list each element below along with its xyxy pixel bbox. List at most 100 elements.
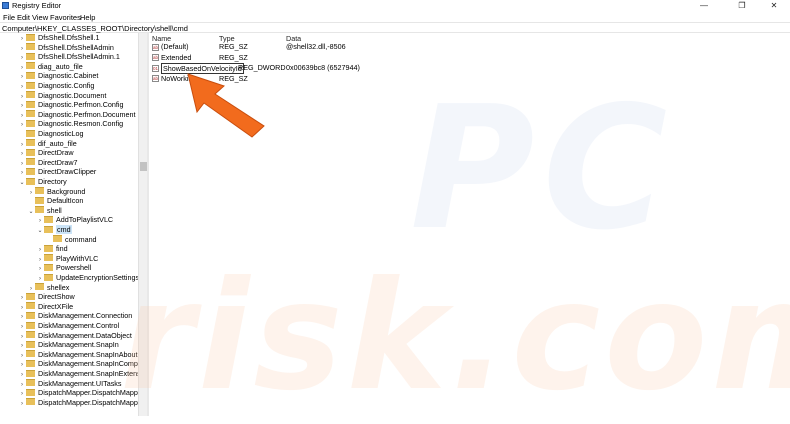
tree-item[interactable]: › DiskManagement.SnapInExtensic xyxy=(18,369,138,379)
tree-item-label[interactable]: UpdateEncryptionSettings xyxy=(56,273,138,282)
tree-item[interactable]: › Background xyxy=(27,187,85,197)
tree-item[interactable]: ⌄ shell xyxy=(27,206,62,218)
menu-help[interactable]: Help xyxy=(80,13,95,22)
tree-item[interactable]: › DiskManagement.SnapInAbout xyxy=(18,350,138,360)
menu-view[interactable]: View xyxy=(32,13,48,22)
tree-item[interactable]: › Diagnostic.Cabinet xyxy=(18,71,98,81)
maximize-button[interactable]: ❐ xyxy=(730,0,754,11)
tree-item-label[interactable]: Powershell xyxy=(56,263,91,272)
tree-item-label[interactable]: DirectDraw xyxy=(38,148,74,157)
tree-item[interactable]: DefaultIcon xyxy=(27,196,83,206)
folder-icon xyxy=(26,119,35,127)
tree-item[interactable]: › diag_auto_file xyxy=(18,62,83,72)
tree-item[interactable]: › dif_auto_file xyxy=(18,139,77,149)
minimize-button[interactable]: — xyxy=(692,0,716,11)
tree-item[interactable]: ⌄ cmd xyxy=(36,225,72,235)
tree-item[interactable]: › PlayWithVLC xyxy=(36,254,98,264)
value-name[interactable]: (Default) xyxy=(161,42,189,52)
tree-item[interactable]: › AddToPlaylistVLC xyxy=(36,215,113,225)
menu-edit[interactable]: Edit xyxy=(17,13,30,22)
menu-favorites[interactable]: Favorites xyxy=(50,13,81,22)
tree-item[interactable]: › DfsShell.DfsShell.1 xyxy=(18,33,100,43)
tree-item-label[interactable]: Diagnostic.Config xyxy=(38,81,94,90)
tree-item-label[interactable]: Background xyxy=(47,187,85,196)
tree-item-label[interactable]: shellex xyxy=(47,283,69,292)
tree-item[interactable]: › DispatchMapper.DispatchMapper xyxy=(18,388,138,398)
tree-item-label[interactable]: DirectDraw7 xyxy=(38,158,78,167)
tree-item-label[interactable]: DiskManagement.SnapInExtensic xyxy=(38,369,138,378)
tree-item[interactable]: › Diagnostic.Perfmon.Config xyxy=(18,100,124,110)
tree-item-label[interactable]: DirectDrawClipper xyxy=(38,167,96,176)
tree-item[interactable]: › DirectDraw xyxy=(18,148,74,158)
tree-item-label[interactable]: Diagnostic.Perfmon.Config xyxy=(38,100,124,109)
tree-item[interactable]: › Powershell xyxy=(36,263,91,273)
tree-item-label[interactable]: cmd xyxy=(56,225,72,234)
tree-item-label[interactable]: DiskManagement.DataObject xyxy=(38,331,132,340)
tree-item-label[interactable]: DispatchMapper.DispatchMapper xyxy=(38,388,138,397)
tree-item-label[interactable]: DiagnosticLog xyxy=(38,129,84,138)
tree-item-label[interactable]: DfsShell.DfsShellAdmin xyxy=(38,43,114,52)
tree-item-label[interactable]: AddToPlaylistVLC xyxy=(56,215,113,224)
tree-item[interactable]: › Diagnostic.Config xyxy=(18,81,94,91)
tree-item-label[interactable]: DirectXFile xyxy=(38,302,73,311)
tree-item-label[interactable]: DiskManagement.UITasks xyxy=(38,379,121,388)
tree-item-label[interactable]: DirectShow xyxy=(38,292,75,301)
tree-item-label[interactable]: DiskManagement.Control xyxy=(38,321,119,330)
tree-item[interactable]: › DirectShow xyxy=(18,292,75,302)
address-bar[interactable]: Computer\HKEY_CLASSES_ROOT\Directory\she… xyxy=(0,22,790,33)
menu-file[interactable]: File xyxy=(3,13,15,22)
tree-item[interactable]: › DfsShell.DfsShellAdmin xyxy=(18,43,114,53)
tree-item[interactable]: › DiskManagement.DataObject xyxy=(18,331,132,341)
tree-item-label[interactable]: PlayWithVLC xyxy=(56,254,98,263)
tree-item[interactable]: › DiskManagement.SnapIn xyxy=(18,340,119,350)
tree-item-label[interactable]: command xyxy=(65,235,97,244)
tree-item[interactable]: ⌄ Directory xyxy=(18,177,67,189)
tree-item-label[interactable]: shell xyxy=(47,206,62,215)
expand-chevron-icon[interactable]: › xyxy=(18,400,26,410)
tree-item[interactable]: › DiskManagement.UITasks xyxy=(18,379,121,389)
tree-item[interactable]: › find xyxy=(36,244,68,254)
tree-item[interactable]: › DfsShell.DfsShellAdmin.1 xyxy=(18,52,120,62)
tree-item-label[interactable]: Diagnostic.Cabinet xyxy=(38,71,98,80)
tree-item[interactable]: › Diagnostic.Resmon.Config xyxy=(18,119,123,129)
close-button[interactable]: ✕ xyxy=(762,0,786,11)
tree-item-label[interactable]: DiskManagement.SnapInAbout xyxy=(38,350,138,359)
collapse-chevron-icon[interactable]: ⌄ xyxy=(27,208,35,218)
folder-icon xyxy=(26,379,35,387)
tree-item[interactable]: › Diagnostic.Perfmon.Document xyxy=(18,110,135,120)
value-row[interactable]: ab (Default) REG_SZ @shell32.dll,-8506 xyxy=(149,42,790,52)
tree-item-label[interactable]: Diagnostic.Document xyxy=(38,91,106,100)
address-path[interactable]: Computer\HKEY_CLASSES_ROOT\Directory\she… xyxy=(2,24,188,33)
tree-item[interactable]: › DiskManagement.Connection xyxy=(18,311,132,321)
tree-item-label[interactable]: DiskManagement.SnapIn xyxy=(38,340,119,349)
tree-item[interactable]: › Diagnostic.Document xyxy=(18,91,106,101)
value-name[interactable]: Extended xyxy=(161,53,191,63)
tree-item[interactable]: › DirectDraw7 xyxy=(18,158,78,168)
tree-item-label[interactable]: DefaultIcon xyxy=(47,196,83,205)
collapse-chevron-icon[interactable]: ⌄ xyxy=(18,179,26,189)
tree-item-label[interactable]: Diagnostic.Perfmon.Document xyxy=(38,110,135,119)
tree-item[interactable]: › DiskManagement.Control xyxy=(18,321,119,331)
tree-item-label[interactable]: dif_auto_file xyxy=(38,139,77,148)
key-tree[interactable]: › DfsShell.DfsShell.1 › DfsShell.DfsShellAd… xyxy=(0,33,138,416)
tree-item[interactable]: DiagnosticLog xyxy=(18,129,84,139)
tree-item-label[interactable]: DispatchMapper.DispatchMappe xyxy=(38,398,138,407)
collapse-chevron-icon[interactable]: ⌄ xyxy=(36,227,44,237)
tree-item-label[interactable]: find xyxy=(56,244,68,253)
tree-item[interactable]: › UpdateEncryptionSettings xyxy=(36,273,138,283)
tree-item-label[interactable]: DiskManagement.SnapInCompon xyxy=(38,359,138,368)
tree-item-label[interactable]: DfsShell.DfsShellAdmin.1 xyxy=(38,52,120,61)
tree-item[interactable]: › DirectXFile xyxy=(18,302,73,312)
tree-item[interactable]: › DirectDrawClipper xyxy=(18,167,96,177)
tree-item-label[interactable]: Diagnostic.Resmon.Config xyxy=(38,119,123,128)
tree-item-label[interactable]: DfsShell.DfsShell.1 xyxy=(38,33,100,42)
tree-item-label[interactable]: DiskManagement.Connection xyxy=(38,311,132,320)
tree-item[interactable]: › DiskManagement.SnapInCompon xyxy=(18,359,138,369)
tree-item-label[interactable]: Directory xyxy=(38,177,67,186)
tree-item[interactable]: › DispatchMapper.DispatchMappe xyxy=(18,398,138,408)
tree-scrollbar-thumb[interactable] xyxy=(140,162,147,171)
tree-item[interactable]: command xyxy=(45,235,97,245)
tree-item-label[interactable]: diag_auto_file xyxy=(38,62,83,71)
tree-item[interactable]: › shellex xyxy=(27,283,69,293)
value-row[interactable]: ab Extended REG_SZ xyxy=(149,53,790,63)
